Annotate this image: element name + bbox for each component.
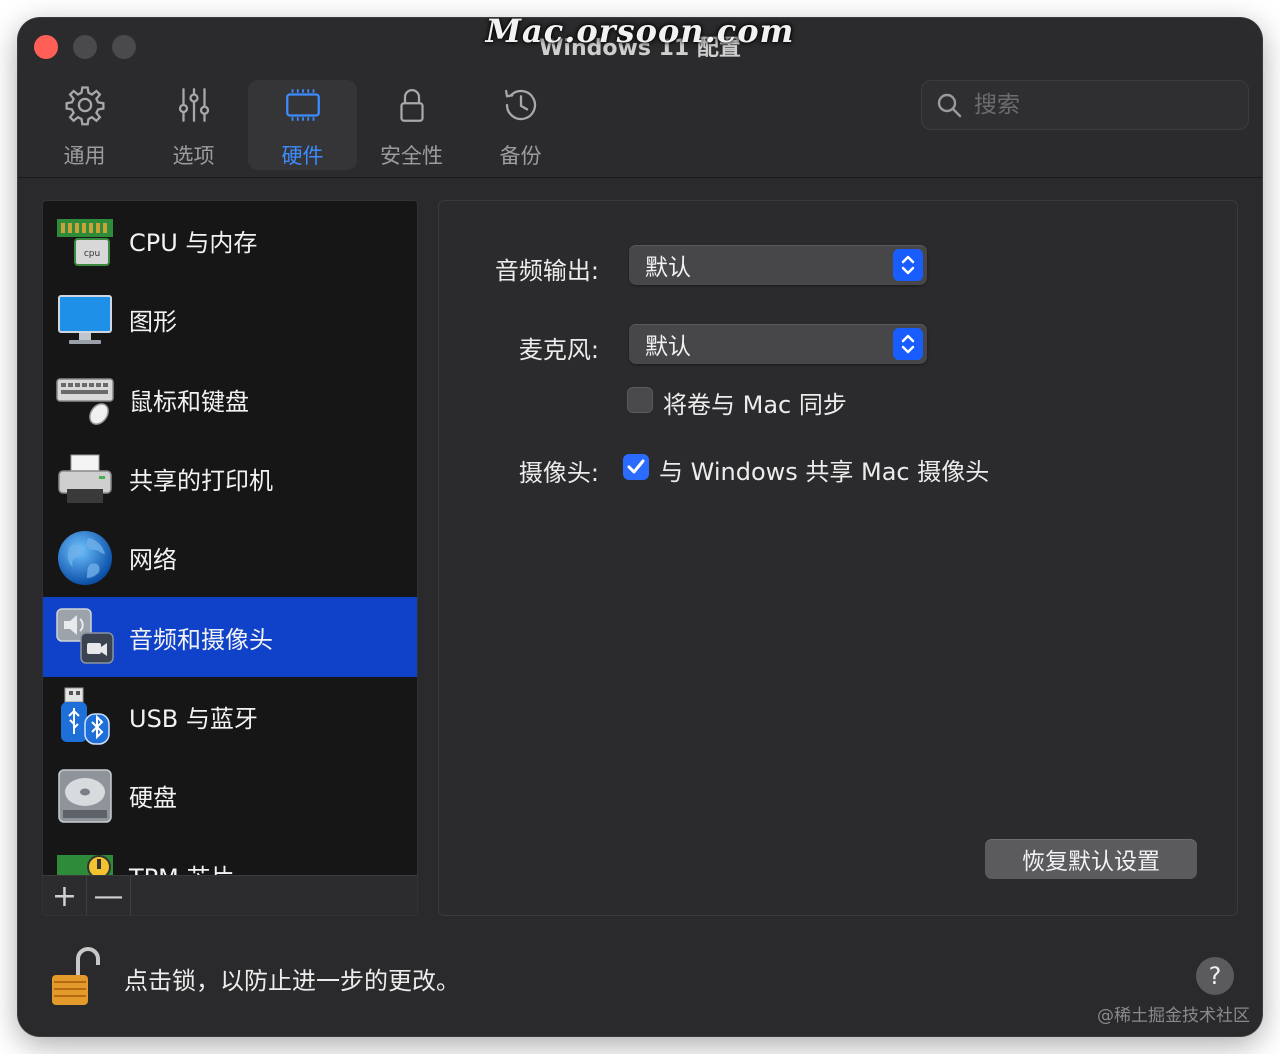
sidebar-item-label: CPU 与内存: [129, 229, 258, 258]
tab-options[interactable]: 选项: [139, 80, 248, 170]
audio-output-label: 音频输出:: [494, 257, 599, 285]
tab-backup-label: 备份: [499, 144, 542, 168]
hardware-device-list: cpu CPU 与内存 图形 鼠标和键盘 共享的打印机 网络 音频和摄像头 US…: [43, 201, 417, 877]
microphone-label: 麦克风:: [518, 336, 599, 364]
tab-security-label: 安全性: [380, 144, 443, 168]
share-camera-checkbox[interactable]: [623, 454, 649, 480]
sidebar-item-usb-bluetooth[interactable]: USB 与蓝牙: [43, 677, 417, 756]
sliders-icon: [178, 88, 209, 122]
sidebar-item-graphics[interactable]: 图形: [43, 280, 417, 359]
camera-label: 摄像头:: [518, 459, 599, 487]
checkmark-icon: [627, 459, 645, 474]
bottom-bar: 点击锁，以防止进一步的更改。 ?: [18, 923, 1262, 1036]
chevron-up-down-icon: [893, 328, 923, 360]
sidebar-item-label: 网络: [129, 546, 177, 575]
remove-device-button[interactable]: —: [87, 876, 131, 915]
sidebar-item-label: 音频和摄像头: [129, 625, 273, 654]
search-field[interactable]: [921, 80, 1249, 130]
tab-options-label: 选项: [172, 144, 215, 168]
sidebar-item-mouse-keyboard[interactable]: 鼠标和键盘: [43, 360, 417, 439]
tab-general[interactable]: 通用: [30, 80, 139, 170]
search-icon: [937, 93, 962, 118]
sidebar-item-network[interactable]: 网络: [43, 518, 417, 597]
sidebar-item-cpu-memory[interactable]: cpu CPU 与内存: [43, 201, 417, 280]
history-clock-icon: [504, 89, 536, 121]
microphone-select[interactable]: 默认: [629, 324, 927, 364]
gear-icon: [64, 86, 105, 126]
sync-volume-checkbox[interactable]: [627, 387, 653, 413]
watermark-bottom: @稀土掘金技术社区: [1097, 1006, 1250, 1026]
lock-icon: [399, 89, 424, 122]
tab-hardware[interactable]: 硬件: [248, 80, 357, 170]
audio-camera-panel: 音频输出: 默认 麦克风: 默认 将卷与 Mac 同步 摄像头: 与 Windo…: [438, 200, 1238, 916]
hardware-sidebar: cpu CPU 与内存 图形 鼠标和键盘 共享的打印机 网络 音频和摄像头 US…: [42, 200, 418, 916]
usb-bluetooth-icon: [61, 687, 110, 746]
add-device-button[interactable]: +: [43, 876, 87, 915]
watermark-top: Mac.orsoon.com: [485, 18, 795, 50]
microphone-value: 默认: [645, 334, 691, 360]
sidebar-item-tpm-chip[interactable]: TPM 芯片: [43, 835, 417, 877]
tpm-chip-icon: [57, 855, 113, 877]
lock-hint-text: 点击锁，以防止进一步的更改。: [124, 967, 460, 995]
tab-security[interactable]: 安全性: [357, 80, 466, 170]
audio-output-select[interactable]: 默认: [629, 245, 927, 285]
speaker-camera-icon: [56, 608, 114, 664]
monitor-icon: [58, 294, 112, 344]
sidebar-item-label: 硬盘: [129, 784, 177, 813]
printer-icon: [58, 454, 112, 503]
sidebar-footer: + —: [43, 875, 417, 915]
svg-text:cpu: cpu: [84, 249, 100, 259]
tab-backup[interactable]: 备份: [466, 80, 575, 170]
help-button[interactable]: ?: [1196, 957, 1234, 995]
share-camera-label: 与 Windows 共享 Mac 摄像头: [659, 458, 990, 486]
audio-output-value: 默认: [645, 255, 691, 281]
settings-window: Windows 11 配置 Mac.orsoon.com 通用 选项 硬件 安全…: [18, 18, 1262, 1036]
sidebar-item-audio-camera[interactable]: 音频和摄像头: [43, 597, 417, 677]
unlocked-padlock-icon[interactable]: [48, 945, 104, 1009]
chevron-up-down-icon: [893, 249, 923, 281]
sidebar-item-label: USB 与蓝牙: [129, 704, 258, 733]
chip-icon: [285, 89, 320, 121]
toolbar: 通用 选项 硬件 安全性 备份: [30, 80, 575, 172]
search-input[interactable]: [974, 92, 1234, 118]
restore-defaults-button[interactable]: 恢复默认设置: [985, 839, 1197, 879]
sidebar-item-label: 共享的打印机: [129, 467, 273, 496]
sync-volume-label: 将卷与 Mac 同步: [663, 391, 847, 419]
cpu-memory-icon: cpu: [57, 218, 113, 266]
sidebar-item-hard-disk[interactable]: 硬盘: [43, 756, 417, 835]
sidebar-item-label: 图形: [129, 308, 177, 337]
sidebar-item-shared-printer[interactable]: 共享的打印机: [43, 439, 417, 518]
sidebar-item-label: 鼠标和键盘: [129, 387, 249, 416]
globe-icon: [58, 530, 112, 585]
titlebar: Windows 11 配置 Mac.orsoon.com 通用 选项 硬件 安全…: [18, 18, 1262, 178]
hard-disk-icon: [58, 768, 112, 823]
tab-general-label: 通用: [63, 144, 106, 168]
keyboard-mouse-icon: [56, 378, 114, 426]
tab-hardware-label: 硬件: [281, 144, 324, 168]
